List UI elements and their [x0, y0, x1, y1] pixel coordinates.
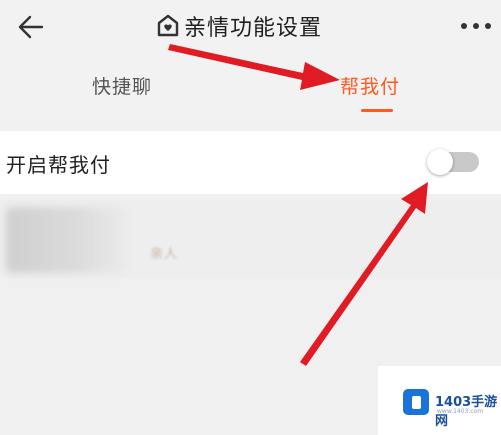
watermark-url: www.1403.com [437, 408, 484, 415]
arrow-left-icon [18, 15, 44, 39]
watermark-logo-mark [412, 396, 421, 409]
page-title: 亲情功能设置 [184, 16, 323, 41]
more-dot [485, 23, 491, 29]
more-dot [473, 23, 479, 29]
toggle-knob [427, 149, 453, 175]
tab-pay-for-me[interactable]: 帮我付 [340, 72, 400, 99]
setting-row-enable-pay: 开启帮我付 [0, 131, 501, 194]
enable-pay-toggle[interactable] [427, 149, 479, 175]
house-heart-icon [157, 14, 179, 37]
contact-role: 亲人 [150, 247, 179, 262]
tab-bar: 快捷聊 帮我付 [0, 62, 501, 120]
watermark-logo-icon [403, 389, 429, 415]
back-button[interactable] [14, 10, 48, 44]
setting-label: 开启帮我付 [6, 153, 111, 177]
tab-quick-chat[interactable]: 快捷聊 [92, 72, 152, 99]
active-tab-indicator [361, 109, 393, 112]
title-group: 亲情功能设置 [157, 8, 322, 44]
more-options-button[interactable] [459, 14, 493, 38]
more-dots-icon [461, 23, 467, 29]
avatar [6, 207, 126, 273]
header-bar: 亲情功能设置 [0, 0, 501, 62]
